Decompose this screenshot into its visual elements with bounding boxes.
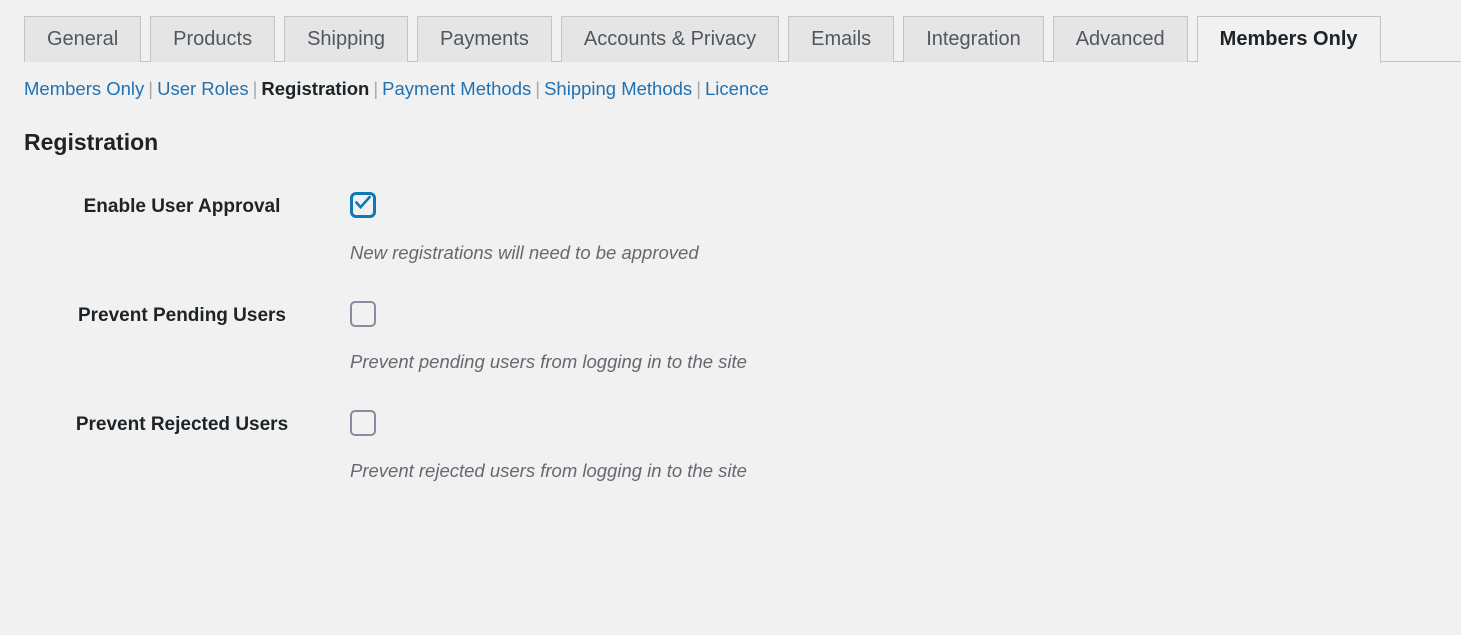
tab-payments[interactable]: Payments [416, 16, 552, 62]
setting-description-prevent-pending-users: Prevent pending users from logging in to… [350, 351, 747, 372]
subnav-item-members-only[interactable]: Members Only [24, 78, 144, 99]
tab-general[interactable]: General [24, 16, 142, 62]
tab-shipping[interactable]: Shipping [284, 16, 408, 62]
settings-form-body: Enable User Approval New registrations wi… [0, 174, 1461, 501]
setting-row-prevent-pending-users: Prevent Pending Users Prevent pending use… [0, 283, 1461, 392]
checkbox-enable-user-approval[interactable] [350, 192, 376, 218]
tab-accounts-privacy[interactable]: Accounts & Privacy [560, 16, 780, 62]
subnav-item-shipping-methods[interactable]: Shipping Methods [544, 78, 692, 99]
setting-field-enable-user-approval: New registrations will need to be approv… [350, 174, 1461, 283]
setting-label-enable-user-approval: Enable User Approval [83, 196, 281, 217]
checkbox-prevent-rejected-users[interactable] [350, 410, 376, 436]
setting-field-prevent-pending-users: Prevent pending users from logging in to… [350, 283, 1461, 392]
subnav-item-user-roles[interactable]: User Roles [157, 78, 249, 99]
subnav-item-payment-methods[interactable]: Payment Methods [382, 78, 531, 99]
checkbox-prevent-pending-users[interactable] [350, 301, 376, 327]
subnav-separator: | [373, 78, 379, 99]
settings-tab-bar: General Products Shipping Payments Accounts … [0, 0, 1461, 63]
setting-row-prevent-rejected-users: Prevent Rejected Users Prevent rejected u… [0, 392, 1461, 501]
check-icon [355, 195, 371, 210]
subnav-separator: | [696, 78, 701, 99]
subnav: Members Only | User Roles | Registration | Pay… [0, 62, 1461, 102]
tab-emails[interactable]: Emails [788, 16, 895, 62]
subnav-separator: | [148, 78, 154, 99]
subnav-separator: | [535, 78, 541, 99]
page-title: Registration [24, 129, 159, 155]
subnav-item-registration[interactable]: Registration [261, 78, 369, 99]
tab-members-only[interactable]: Members Only [1196, 16, 1381, 63]
setting-row-enable-user-approval: Enable User Approval New registrations wi… [0, 174, 1461, 283]
setting-label-prevent-pending-users: Prevent Pending Users [77, 305, 287, 326]
setting-description-prevent-rejected-users: Prevent rejected users from logging in t… [350, 460, 747, 481]
settings-form-table: Enable User Approval New registrations wi… [0, 174, 1461, 501]
tab-advanced[interactable]: Advanced [1052, 16, 1188, 62]
setting-field-prevent-rejected-users: Prevent rejected users from logging in t… [350, 392, 1461, 501]
subnav-item-licence[interactable]: Licence [705, 78, 769, 99]
setting-label-prevent-rejected-users: Prevent Rejected Users [75, 414, 289, 435]
setting-description-enable-user-approval: New registrations will need to be approv… [350, 242, 699, 263]
tab-integration[interactable]: Integration [903, 16, 1044, 62]
tab-products[interactable]: Products [150, 16, 276, 62]
subnav-separator: | [252, 78, 258, 99]
